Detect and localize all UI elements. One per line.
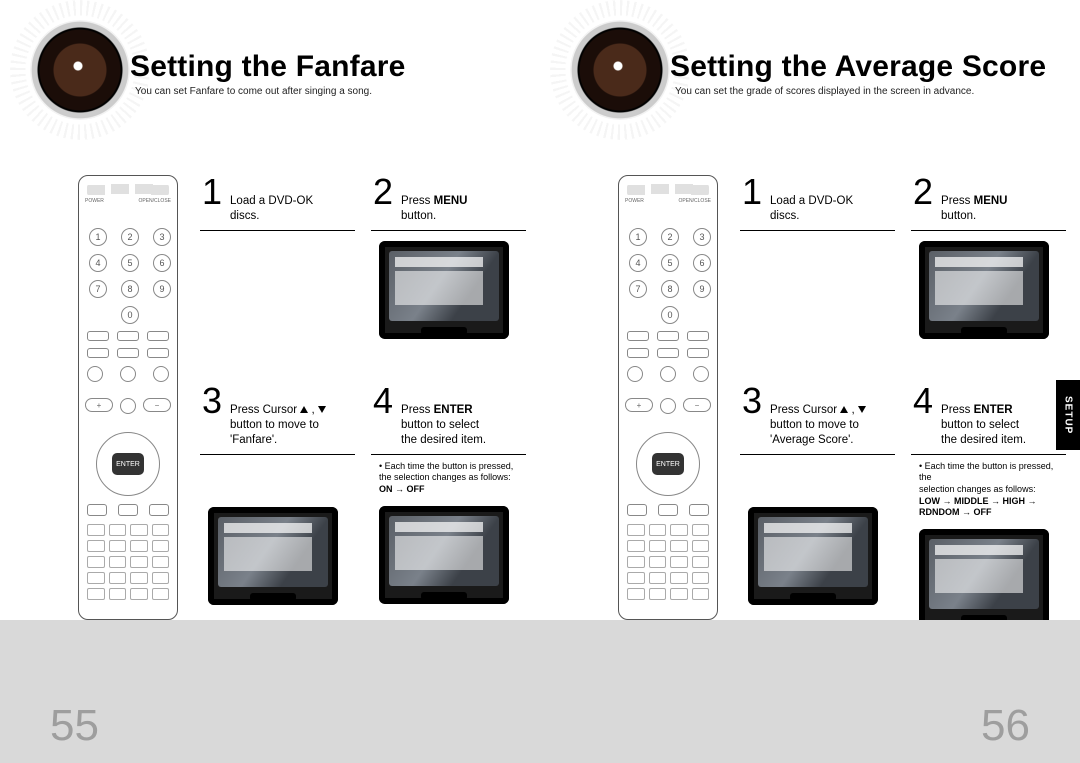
tv-screenshot xyxy=(919,529,1049,627)
step-4: 4 Press ENTER button to select the desir… xyxy=(371,379,526,605)
right-page: Setting the Average Score You can set th… xyxy=(540,0,1080,620)
step-text: Press ENTER button to select the desired… xyxy=(401,403,486,448)
step-note: Each time the button is pressed, the sel… xyxy=(911,455,1066,519)
step-note: Each time the button is pressed, the sel… xyxy=(371,455,526,496)
page-title: Setting the Average Score xyxy=(670,50,1046,84)
page-number-right: 56 xyxy=(981,701,1030,751)
step-number: 1 xyxy=(202,174,222,210)
page-subtitle: You can set Fanfare to come out after si… xyxy=(135,86,372,97)
manual-spread: { "left": { "title": "Setting the Fanfar… xyxy=(0,0,1080,763)
page-number-left: 55 xyxy=(50,701,99,751)
step-1: 1 Load a DVD-OK discs. xyxy=(740,170,895,339)
step-3: 3 Press Cursor , button to move to 'Fanf… xyxy=(200,379,355,605)
cursor-up-icon xyxy=(300,406,308,413)
remote-key-8: 8 xyxy=(121,280,139,298)
step-text: Press Cursor , button to move to 'Fanfar… xyxy=(230,403,326,448)
tv-screenshot xyxy=(748,507,878,605)
remote-key-0: 0 xyxy=(121,306,139,324)
step-text: Press Cursor , button to move to 'Averag… xyxy=(770,403,866,448)
remote-key-4: 4 xyxy=(89,254,107,272)
remote-key-2: 2 xyxy=(121,228,139,246)
step-number: 4 xyxy=(373,383,393,419)
tv-screenshot xyxy=(379,506,509,604)
tv-screenshot xyxy=(919,241,1049,339)
section-tab-setup: SETUP xyxy=(1056,380,1080,450)
step-3: 3 Press Cursor , button to move to 'Aver… xyxy=(740,379,895,627)
step-number: 3 xyxy=(202,383,222,419)
remote-dpad xyxy=(96,432,160,496)
step-2: 2 Press MENU button. xyxy=(371,170,526,339)
remote-key-7: 7 xyxy=(89,280,107,298)
step-number: 4 xyxy=(913,383,933,419)
step-4: 4 Press ENTER button to select the desir… xyxy=(911,379,1066,627)
remote-key-1: 1 xyxy=(89,228,107,246)
remote-key-9: 9 xyxy=(153,280,171,298)
step-number: 3 xyxy=(742,383,762,419)
cursor-up-icon xyxy=(840,406,848,413)
remote-control-illustration: POWEROPEN/CLOSE 1 2 3 4 5 6 7 8 9 0 +− xyxy=(618,175,718,620)
tv-screenshot xyxy=(379,241,509,339)
step-number: 2 xyxy=(913,174,933,210)
left-steps: 1 Load a DVD-OK discs. 2 Press MENU butt… xyxy=(200,170,530,620)
left-page: Setting the Fanfare You can set Fanfare … xyxy=(0,0,540,620)
step-text: Load a DVD-OK discs. xyxy=(230,194,313,224)
remote-key-3: 3 xyxy=(153,228,171,246)
cursor-down-icon xyxy=(318,406,326,413)
speaker-icon xyxy=(30,20,130,120)
right-steps: 1 Load a DVD-OK discs. 2 Press MENU butt… xyxy=(740,170,1070,620)
remote-control-illustration: POWEROPEN/CLOSE 1 2 3 4 5 6 7 8 9 0 +− xyxy=(78,175,178,620)
step-number: 1 xyxy=(742,174,762,210)
page-title: Setting the Fanfare xyxy=(130,50,406,84)
remote-key-6: 6 xyxy=(153,254,171,272)
step-number: 2 xyxy=(373,174,393,210)
page-subtitle: You can set the grade of scores displaye… xyxy=(675,86,974,97)
step-text: Press ENTER button to select the desired… xyxy=(941,403,1026,448)
remote-dpad xyxy=(636,432,700,496)
step-2: 2 Press MENU button. xyxy=(911,170,1066,339)
step-text: Press MENU button. xyxy=(401,194,467,224)
cursor-down-icon xyxy=(858,406,866,413)
columns: Setting the Fanfare You can set Fanfare … xyxy=(0,0,1080,620)
speaker-icon xyxy=(570,20,670,120)
footer-bar: 55 56 xyxy=(0,620,1080,763)
remote-key-5: 5 xyxy=(121,254,139,272)
step-text: Load a DVD-OK discs. xyxy=(770,194,853,224)
step-1: 1 Load a DVD-OK discs. xyxy=(200,170,355,339)
step-text: Press MENU button. xyxy=(941,194,1007,224)
tv-screenshot xyxy=(208,507,338,605)
